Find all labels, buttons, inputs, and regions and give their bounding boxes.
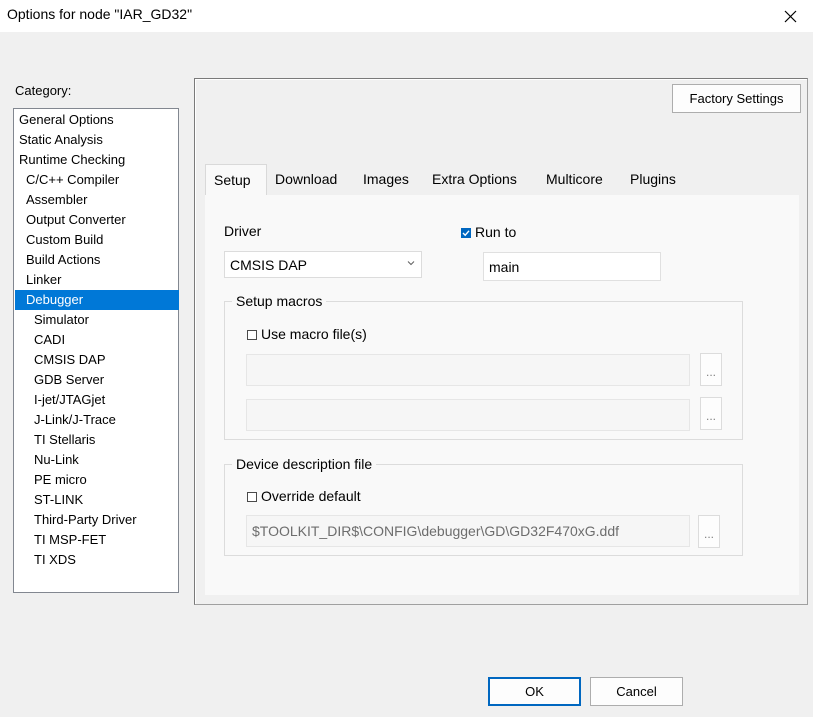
run-to-checkbox[interactable] bbox=[461, 228, 471, 238]
run-to-label: Run to bbox=[475, 224, 517, 240]
device-file-value: $TOOLKIT_DIR$\CONFIG\debugger\GD\GD32F47… bbox=[252, 523, 620, 539]
use-macro-checkbox[interactable] bbox=[247, 330, 257, 340]
driver-select[interactable]: CMSIS DAP bbox=[224, 251, 422, 278]
category-item[interactable]: TI Stellaris bbox=[15, 430, 179, 450]
category-list[interactable]: General Options Static Analysis Runtime Ch… bbox=[13, 108, 179, 593]
device-file-input[interactable]: $TOOLKIT_DIR$\CONFIG\debugger\GD\GD32F47… bbox=[246, 515, 690, 547]
macro-browse-button-1[interactable]: ... bbox=[700, 353, 722, 386]
chevron-down-icon bbox=[407, 261, 415, 266]
category-item[interactable]: Runtime Checking bbox=[15, 150, 179, 170]
category-item[interactable]: TI MSP-FET bbox=[15, 530, 179, 550]
device-description-label: Device description file bbox=[232, 456, 377, 472]
category-item[interactable]: Build Actions bbox=[15, 250, 179, 270]
category-item[interactable]: Custom Build bbox=[15, 230, 179, 250]
macro-file-input-2[interactable] bbox=[246, 399, 690, 431]
factory-settings-button[interactable]: Factory Settings bbox=[672, 84, 801, 113]
category-item[interactable]: CADI bbox=[15, 330, 179, 350]
close-icon bbox=[784, 10, 796, 22]
category-item[interactable]: I-jet/JTAGjet bbox=[15, 390, 179, 410]
category-item[interactable]: Simulator bbox=[15, 310, 179, 330]
tab-setup[interactable]: Setup bbox=[205, 164, 267, 195]
run-to-input[interactable]: main bbox=[483, 252, 661, 281]
category-item[interactable]: C/C++ Compiler bbox=[15, 170, 179, 190]
category-item[interactable]: Third-Party Driver bbox=[15, 510, 179, 530]
tab-plugins[interactable]: Plugins bbox=[622, 164, 700, 195]
category-item[interactable]: Debugger bbox=[15, 290, 179, 310]
cancel-button[interactable]: Cancel bbox=[590, 677, 683, 706]
close-button[interactable] bbox=[767, 0, 813, 32]
category-item[interactable]: TI XDS bbox=[15, 550, 179, 570]
category-item[interactable]: GDB Server bbox=[15, 370, 179, 390]
override-default-checkbox[interactable] bbox=[247, 492, 257, 502]
category-item[interactable]: ST-LINK bbox=[15, 490, 179, 510]
category-item[interactable]: Linker bbox=[15, 270, 179, 290]
ok-button[interactable]: OK bbox=[488, 677, 581, 706]
category-item[interactable]: Output Converter bbox=[15, 210, 179, 230]
driver-select-value: CMSIS DAP bbox=[230, 257, 308, 273]
tab-multicore[interactable]: Multicore bbox=[538, 164, 622, 195]
setup-macros-label: Setup macros bbox=[232, 293, 327, 309]
tab-images[interactable]: Images bbox=[355, 164, 424, 195]
window-title: Options for node "IAR_GD32" bbox=[7, 6, 193, 22]
macro-browse-button-2[interactable]: ... bbox=[700, 397, 722, 430]
category-item[interactable]: Static Analysis bbox=[15, 130, 179, 150]
driver-label: Driver bbox=[224, 223, 262, 239]
category-item[interactable]: J-Link/J-Trace bbox=[15, 410, 179, 430]
tab-download[interactable]: Download bbox=[267, 164, 355, 195]
tab-extra-options[interactable]: Extra Options bbox=[424, 164, 538, 195]
macro-file-input-1[interactable] bbox=[246, 354, 690, 386]
run-to-value: main bbox=[489, 259, 520, 275]
category-item[interactable]: PE micro bbox=[15, 470, 179, 490]
device-browse-button[interactable]: ... bbox=[698, 515, 720, 548]
use-macro-label: Use macro file(s) bbox=[261, 326, 367, 342]
category-label: Category: bbox=[15, 83, 72, 98]
category-item[interactable]: Assembler bbox=[15, 190, 179, 210]
title-bar: Options for node "IAR_GD32" bbox=[0, 0, 813, 32]
checkmark-icon bbox=[462, 230, 470, 237]
category-item[interactable]: General Options bbox=[15, 110, 179, 130]
category-item[interactable]: CMSIS DAP bbox=[15, 350, 179, 370]
override-default-label: Override default bbox=[261, 488, 361, 504]
category-item[interactable]: Nu-Link bbox=[15, 450, 179, 470]
